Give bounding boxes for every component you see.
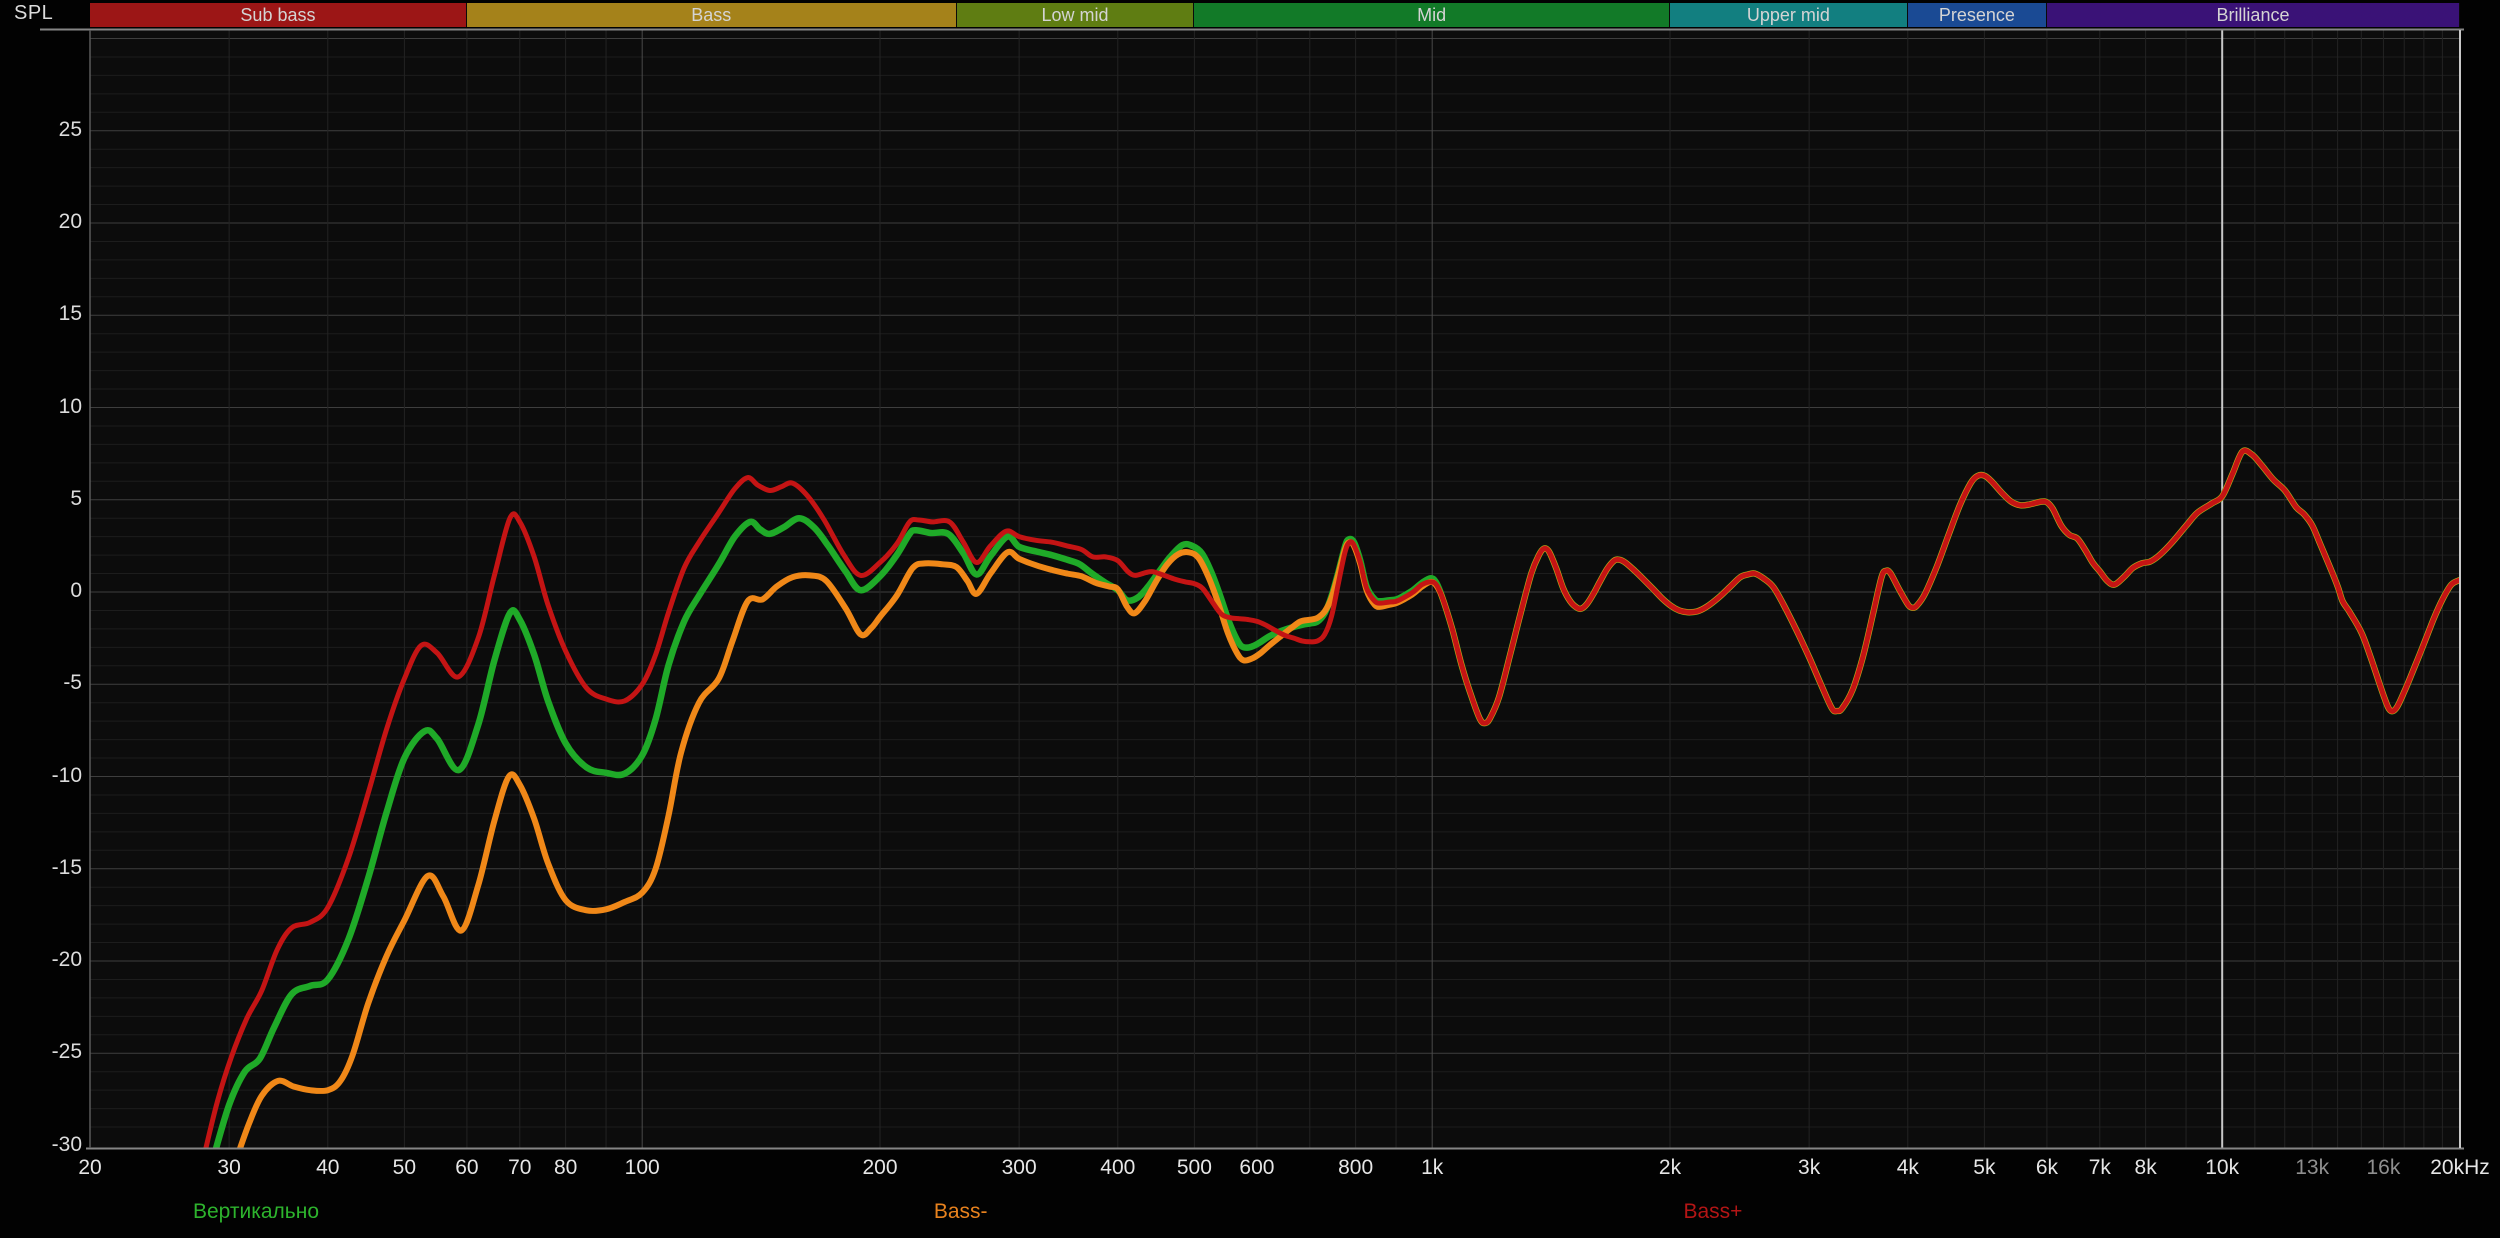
y-tick--25: -25: [0, 1040, 82, 1064]
x-tick-600: 600: [1239, 1156, 1274, 1180]
y-tick-0: 0: [0, 579, 82, 603]
plot-area[interactable]: [0, 0, 2500, 1238]
legend-item-bass-[interactable]: Bass-: [934, 1200, 988, 1224]
x-tick-8k: 8k: [2135, 1156, 2157, 1180]
y-tick--15: -15: [0, 856, 82, 880]
x-tick-10k: 10k: [2205, 1156, 2239, 1180]
x-tick-300: 300: [1002, 1156, 1037, 1180]
y-tick--30: -30: [0, 1133, 82, 1157]
x-tick-70: 70: [508, 1156, 531, 1180]
frequency-response-app: SPL Sub bassBassLow midMidUpper midPrese…: [0, 0, 2500, 1238]
legend-item-bass+[interactable]: Bass+: [1683, 1200, 1742, 1224]
x-tick-3k: 3k: [1798, 1156, 1820, 1180]
x-tick-20: 20: [78, 1156, 101, 1180]
x-tick-1k: 1k: [1421, 1156, 1443, 1180]
y-tick--10: -10: [0, 764, 82, 788]
x-tick-5k: 5k: [1973, 1156, 1995, 1180]
legend-item-вертикально[interactable]: Вертикально: [193, 1200, 319, 1224]
x-tick-50: 50: [393, 1156, 416, 1180]
x-tick-4k: 4k: [1897, 1156, 1919, 1180]
x-tick-6k: 6k: [2036, 1156, 2058, 1180]
x-tick-13k: 13k: [2295, 1156, 2329, 1180]
x-tick-500: 500: [1177, 1156, 1212, 1180]
plot-background: [90, 30, 2460, 1148]
y-tick-15: 15: [0, 302, 82, 326]
x-tick-400: 400: [1100, 1156, 1135, 1180]
x-tick-7k: 7k: [2089, 1156, 2111, 1180]
y-tick--5: -5: [0, 671, 82, 695]
x-tick-200: 200: [862, 1156, 897, 1180]
y-tick-5: 5: [0, 487, 82, 511]
x-tick-30: 30: [217, 1156, 240, 1180]
x-tick-800: 800: [1338, 1156, 1373, 1180]
x-tick-100: 100: [625, 1156, 660, 1180]
x-tick-80: 80: [554, 1156, 577, 1180]
x-tick-20kHz: 20kHz: [2430, 1156, 2490, 1180]
y-tick-25: 25: [0, 118, 82, 142]
x-tick-60: 60: [455, 1156, 478, 1180]
y-tick-20: 20: [0, 210, 82, 234]
x-tick-40: 40: [316, 1156, 339, 1180]
x-tick-16k: 16k: [2367, 1156, 2401, 1180]
y-tick-10: 10: [0, 395, 82, 419]
y-tick--20: -20: [0, 948, 82, 972]
x-tick-2k: 2k: [1659, 1156, 1681, 1180]
